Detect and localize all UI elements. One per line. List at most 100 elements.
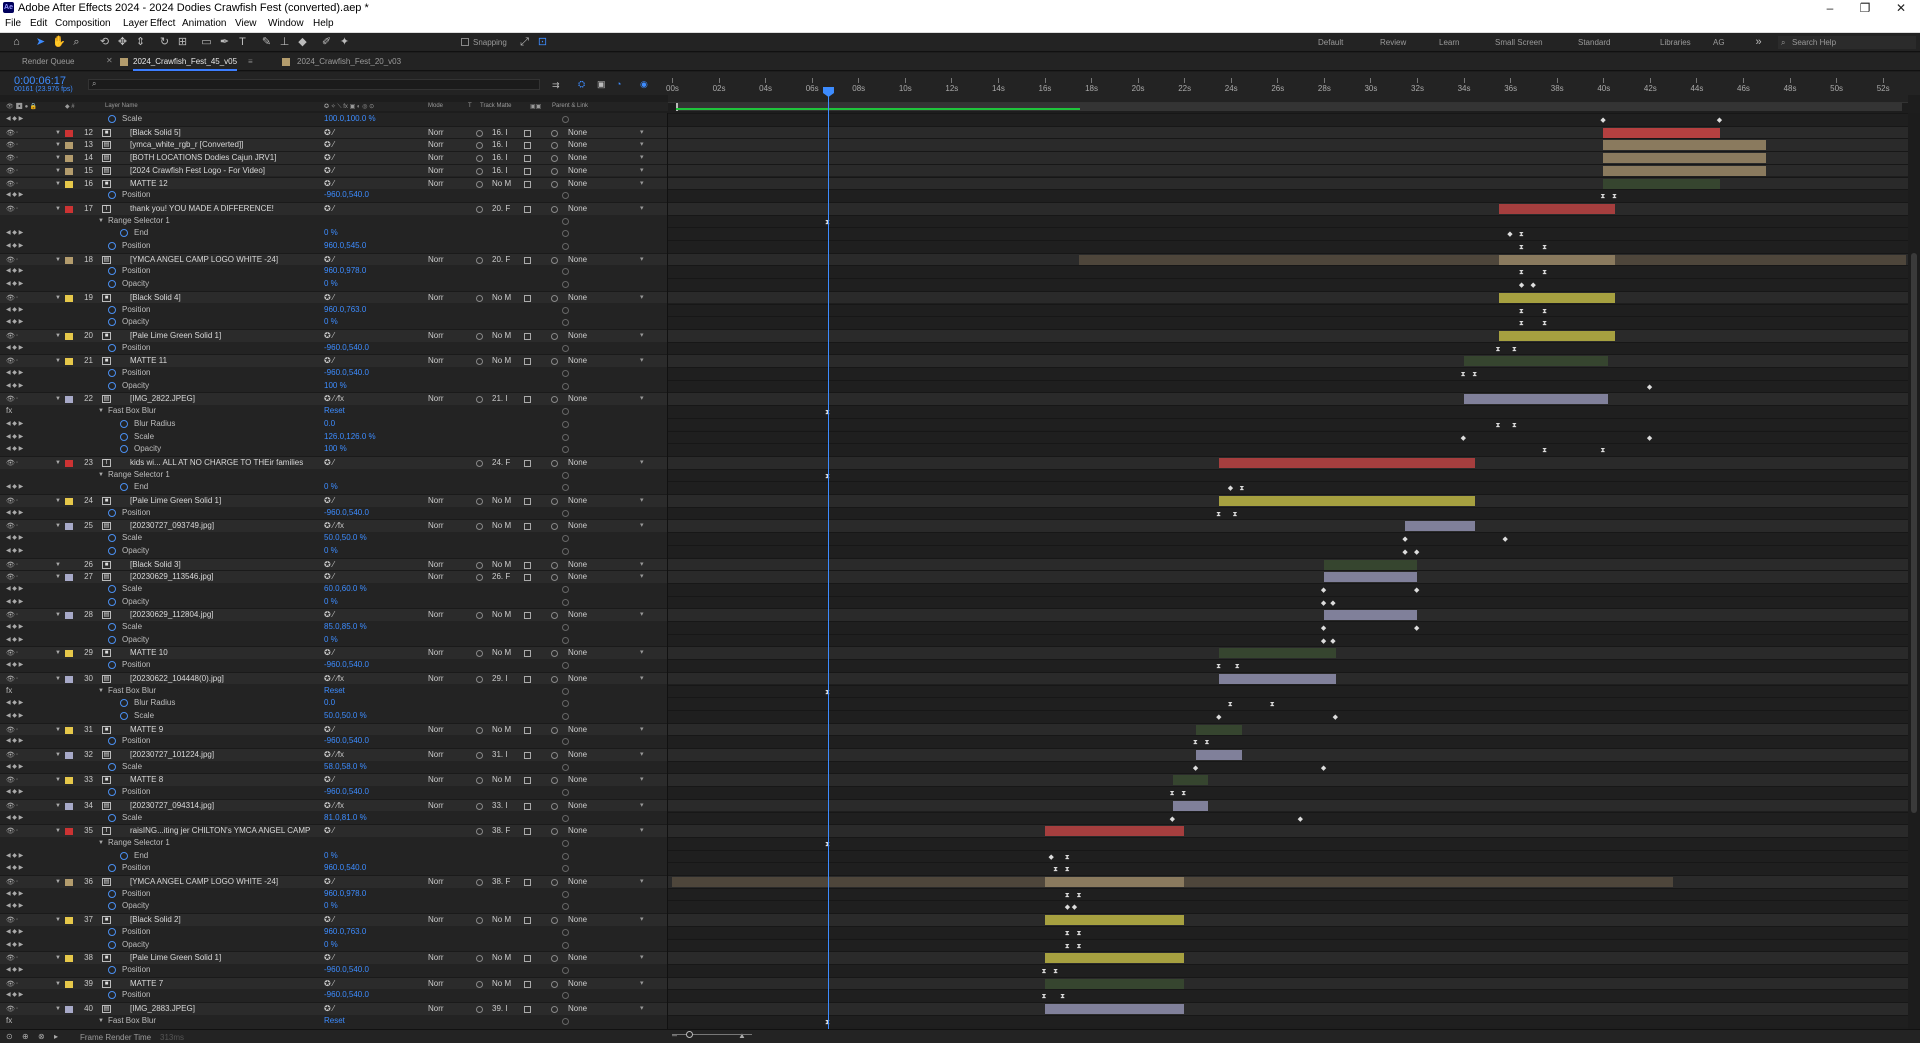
keyframe-nav-icon[interactable]: ◀ ◆ ▶ [6,380,23,392]
property-value[interactable]: Reset [324,1015,345,1028]
keyframe-diamond-icon[interactable]: ◆ [1330,600,1335,607]
property-row[interactable]: ◀ ◆ ▶ Opacity 0 % [0,938,667,952]
snap-target-icon[interactable]: ⊡ [536,36,549,49]
track-matte-pickwhip-icon[interactable] [476,256,483,264]
keyframe-ease-icon[interactable]: ⧗ [1270,701,1275,708]
keyframe-ease-icon[interactable]: ⧗ [1076,892,1081,899]
keyframe-diamond-icon[interactable]: ◆ [1321,638,1326,645]
stopwatch-icon[interactable] [120,851,128,860]
property-row[interactable]: ◀ ◆ ▶ Position 960.0,978.0 [0,887,667,901]
keyframe-ease-icon[interactable]: ⧗ [1519,308,1524,315]
maximize-icon[interactable]: ❐ [1850,0,1880,16]
layer-duration-bar[interactable] [1044,953,1185,964]
property-row[interactable]: ◀ ◆ ▶ End 0 % [0,849,667,863]
twirl-down-icon[interactable]: ▼ [55,876,61,888]
layer-row[interactable]: 👁 ▫ ▼ 20 ■ [Pale Lime Green Solid 1] ✪ ⁄ Norr No… [0,328,667,342]
visibility-eye-icon[interactable]: 👁 [6,206,15,213]
expression-pickwhip-icon[interactable] [562,852,569,860]
stopwatch-icon[interactable] [108,280,116,289]
property-value[interactable]: 0 % [324,316,338,329]
label-color-swatch[interactable] [65,917,73,925]
track-matte-pickwhip-icon[interactable] [476,358,483,366]
stopwatch-icon[interactable] [108,242,116,250]
stopwatch-icon[interactable] [108,191,116,200]
property-value[interactable]: 0 % [324,939,338,952]
lock-icon[interactable]: ▫ [16,155,18,162]
layer-duration-bar[interactable] [1603,165,1767,176]
parent-pickwhip-icon[interactable] [551,752,558,759]
parent-pickwhip-icon[interactable] [551,459,558,467]
keyframe-diamond-icon[interactable]: ◆ [1507,231,1512,238]
expression-pickwhip-icon[interactable] [562,471,569,479]
matte-invert-checkbox[interactable] [524,167,531,175]
keyframe-ease-icon[interactable]: ⧗ [1053,968,1058,975]
keyframe-nav-icon[interactable]: ◀ ◆ ▶ [6,989,23,1001]
keyframe-ease-icon[interactable]: ⧗ [1542,269,1547,276]
expression-pickwhip-icon[interactable] [562,319,569,327]
tab-render-queue[interactable]: Render Queue [22,57,74,66]
keyframe-diamond-icon[interactable]: ◆ [1333,714,1338,721]
layer-row[interactable]: 👁 ▫ ▼ 37 ■ [Black Solid 2] ✪ ⁄ Norr No M None ▾ [0,913,667,926]
property-row[interactable]: ▼ fx Fast Box Blur Reset [0,684,667,698]
home-icon[interactable]: ⌂ [10,36,23,49]
property-row[interactable]: ◀ ◆ ▶ Position -960.0,540.0 [0,506,667,520]
lock-icon[interactable]: ▫ [16,396,18,403]
matte-invert-checkbox[interactable] [524,561,531,569]
property-value[interactable]: 0.0 [324,418,335,431]
property-row[interactable]: ◀ ◆ ▶ Position -960.0,540.0 [0,659,667,672]
parent-pickwhip-icon[interactable] [551,726,558,734]
property-value[interactable]: 0 % [324,596,338,609]
workspace-standard[interactable]: Standard [1578,38,1610,47]
layer-duration-bar[interactable] [1044,915,1185,926]
twirl-down-icon[interactable]: ▼ [55,914,61,926]
property-row[interactable]: ◀ ◆ ▶ Position -960.0,540.0 [0,189,667,202]
keyframe-diamond-icon[interactable]: ◆ [1170,816,1175,823]
expression-pickwhip-icon[interactable] [562,814,569,822]
expression-pickwhip-icon[interactable] [562,992,569,1000]
menu-file[interactable]: File [5,18,21,29]
expression-pickwhip-icon[interactable] [562,243,569,250]
expression-pickwhip-icon[interactable] [562,344,569,352]
layer-duration-bar[interactable] [1172,800,1208,811]
keyframe-ease-icon[interactable]: ⧗ [1042,993,1047,1000]
lock-icon[interactable]: ▫ [16,1006,18,1013]
stopwatch-icon[interactable] [108,584,116,593]
parent-pickwhip-icon[interactable] [551,802,558,810]
track-matte-pickwhip-icon[interactable] [476,129,483,137]
expression-pickwhip-icon[interactable] [562,928,569,936]
column-track-matte[interactable]: Track Matte [480,103,511,109]
keyframe-ease-icon[interactable]: ⧗ [1461,371,1466,378]
label-color-swatch[interactable] [65,498,73,505]
expression-pickwhip-icon[interactable] [562,941,569,949]
twirl-down-icon[interactable]: ▼ [55,355,61,367]
toggle-modes-icon[interactable]: ⊕ [22,1032,29,1041]
parent-pickwhip-icon[interactable] [551,1006,558,1013]
layer-row[interactable]: 👁 ▫ ▼ 26 ■ [Black Solid 3] ✪ ⁄ Norr No M None ▾ [0,557,667,571]
property-value[interactable]: 0 % [324,278,338,291]
layer-duration-bar[interactable] [1323,572,1418,583]
keyframe-nav-icon[interactable]: ◀ ◆ ▶ [6,862,23,874]
lock-icon[interactable]: ▫ [16,879,18,886]
twirl-down-icon[interactable]: ▼ [55,825,61,837]
parent-pickwhip-icon[interactable] [551,980,558,988]
visibility-eye-icon[interactable]: 👁 [6,181,15,188]
keyframe-ease-icon[interactable]: ⧗ [1065,892,1070,899]
parent-pickwhip-icon[interactable] [551,167,558,175]
stopwatch-icon[interactable] [108,864,116,873]
parent-pickwhip-icon[interactable] [551,205,558,213]
keyframe-nav-icon[interactable]: ◀ ◆ ▶ [6,850,23,862]
track-matte-pickwhip-icon[interactable] [476,459,483,467]
parent-pickwhip-icon[interactable] [551,612,558,620]
matte-invert-checkbox[interactable] [524,332,531,340]
keyframe-nav-icon[interactable]: ◀ ◆ ▶ [6,786,23,798]
keyframe-diamond-icon[interactable]: ◆ [1193,765,1198,772]
layer-duration-bar[interactable] [1498,330,1615,341]
keyframe-nav-icon[interactable]: ◀ ◆ ▶ [6,431,23,443]
parent-pickwhip-icon[interactable] [551,180,558,188]
visibility-eye-icon[interactable]: 👁 [6,1006,15,1013]
layer-search-input[interactable]: ⌕ [88,79,540,90]
visibility-eye-icon[interactable]: 👁 [6,803,15,810]
visibility-eye-icon[interactable]: 👁 [6,523,15,530]
property-value[interactable]: 85.0,85.0 % [324,621,367,634]
property-row[interactable]: ◀ ◆ ▶ Opacity 0 % [0,278,667,291]
